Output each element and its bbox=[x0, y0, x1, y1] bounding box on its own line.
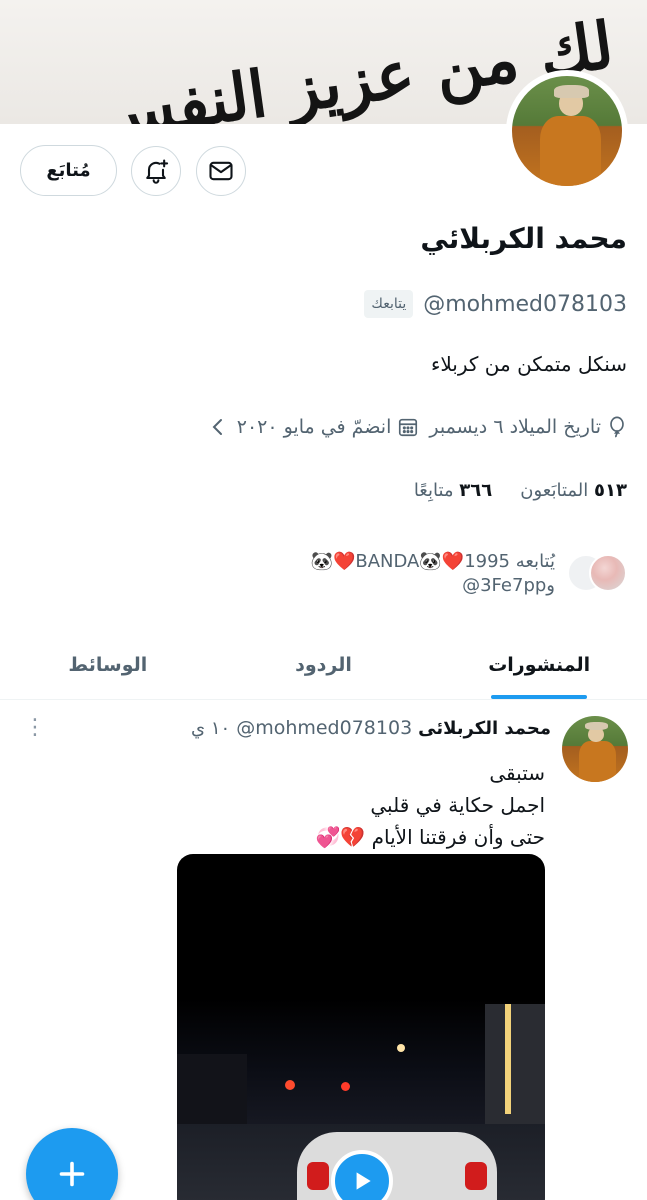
tab-media[interactable]: الوسائط bbox=[0, 630, 216, 699]
birthday-item: تاريخ الميلاد ٦ ديسمبر bbox=[429, 416, 627, 438]
message-button[interactable] bbox=[196, 146, 246, 196]
tweet-line: ستبقى bbox=[489, 761, 545, 785]
video-scene bbox=[341, 1082, 350, 1091]
profile-meta: تاريخ الميلاد ٦ ديسمبر انضمّ في مايو ٢٠٢… bbox=[209, 416, 627, 438]
video-scene bbox=[297, 1132, 497, 1200]
tab-label: الوسائط bbox=[68, 653, 148, 676]
profile-handle: @mohmed078103 bbox=[423, 291, 627, 317]
notifications-button[interactable] bbox=[131, 146, 181, 196]
followers-count-label: متابِعًا bbox=[413, 480, 454, 501]
tab-label: المنشورات bbox=[488, 653, 591, 676]
tweet-avatar[interactable] bbox=[562, 716, 628, 782]
follow-counts: ٥١٣ المتابَعون ٣٦٦ متابِعًا bbox=[414, 480, 627, 501]
handle-row: @mohmed078103 يتابعك bbox=[364, 290, 627, 318]
birthday-text: تاريخ الميلاد ٦ ديسمبر bbox=[429, 416, 601, 438]
video-scene bbox=[285, 1080, 295, 1090]
follows-you-badge: يتابعك bbox=[364, 290, 414, 318]
tweet-text: ستبقى اجمل حكاية في قلبي حتى وأن فرقتنا … bbox=[315, 757, 545, 853]
follower-avatar bbox=[589, 554, 627, 592]
tweet-author-handle[interactable]: @mohmed078103 bbox=[236, 717, 412, 739]
following-button[interactable]: مُتابَع bbox=[20, 145, 117, 196]
tweet-header: محمد الكربلائى @mohmed078103 ١٠ ي bbox=[191, 717, 551, 739]
plus-icon bbox=[59, 1161, 85, 1187]
profile-name: محمد الكربلائي bbox=[420, 222, 627, 255]
tweet-time[interactable]: ١٠ ي bbox=[191, 718, 230, 739]
profile-bio: سنكل متمكن من كربلاء bbox=[430, 352, 627, 376]
followed-by[interactable]: يُتابعه 1995❤️🐼BANDA❤️🐼 و3Fe7pp@ bbox=[195, 550, 627, 599]
followed-by-line: و3Fe7pp@ bbox=[462, 575, 555, 597]
profile-avatar[interactable] bbox=[506, 70, 628, 192]
joined-item: انضمّ في مايو ٢٠٢٠ bbox=[237, 416, 420, 438]
video-scene bbox=[397, 1044, 405, 1052]
video-scene bbox=[505, 1004, 511, 1114]
tweet-line: اجمل حكاية في قلبي bbox=[370, 793, 545, 817]
tweet-video[interactable] bbox=[177, 854, 545, 1200]
video-scene bbox=[177, 1054, 247, 1124]
followed-by-text: يُتابعه 1995❤️🐼BANDA❤️🐼 و3Fe7pp@ bbox=[195, 550, 555, 599]
tab-active-indicator bbox=[491, 695, 588, 699]
tab-replies[interactable]: الردود bbox=[216, 630, 432, 699]
tab-label: الردود bbox=[295, 653, 352, 676]
more-info-button[interactable] bbox=[209, 416, 227, 438]
followers-count[interactable]: ٣٦٦ متابِعًا bbox=[414, 480, 492, 501]
tweet-line: حتى وأن فرقتنا الأيام 💔💞 bbox=[315, 825, 545, 849]
following-count-label: المتابَعون bbox=[520, 480, 589, 501]
balloon-icon bbox=[610, 416, 624, 438]
followed-by-avatars bbox=[565, 550, 627, 596]
bell-plus-icon bbox=[146, 159, 169, 184]
play-icon bbox=[356, 1172, 371, 1190]
followers-count-value: ٣٦٦ bbox=[459, 480, 493, 501]
mail-icon bbox=[209, 161, 233, 181]
followed-by-line: يُتابعه 1995❤️🐼BANDA❤️🐼 bbox=[310, 551, 555, 572]
joined-text: انضمّ في مايو ٢٠٢٠ bbox=[236, 416, 392, 438]
calendar-icon bbox=[399, 418, 418, 437]
following-count-value: ٥١٣ bbox=[594, 480, 627, 501]
tweet-author-name[interactable]: محمد الكربلائى bbox=[418, 718, 551, 739]
tab-posts[interactable]: المنشورات bbox=[431, 630, 647, 699]
chevron-left-icon bbox=[212, 419, 222, 435]
profile-tabs: المنشورات الردود الوسائط bbox=[0, 630, 647, 700]
tweet[interactable]: محمد الكربلائى @mohmed078103 ١٠ ي ⋮ ستبق… bbox=[0, 701, 647, 1200]
video-scene bbox=[485, 1004, 545, 1124]
following-count[interactable]: ٥١٣ المتابَعون bbox=[520, 480, 627, 501]
more-options-icon[interactable]: ⋮ bbox=[24, 716, 46, 738]
